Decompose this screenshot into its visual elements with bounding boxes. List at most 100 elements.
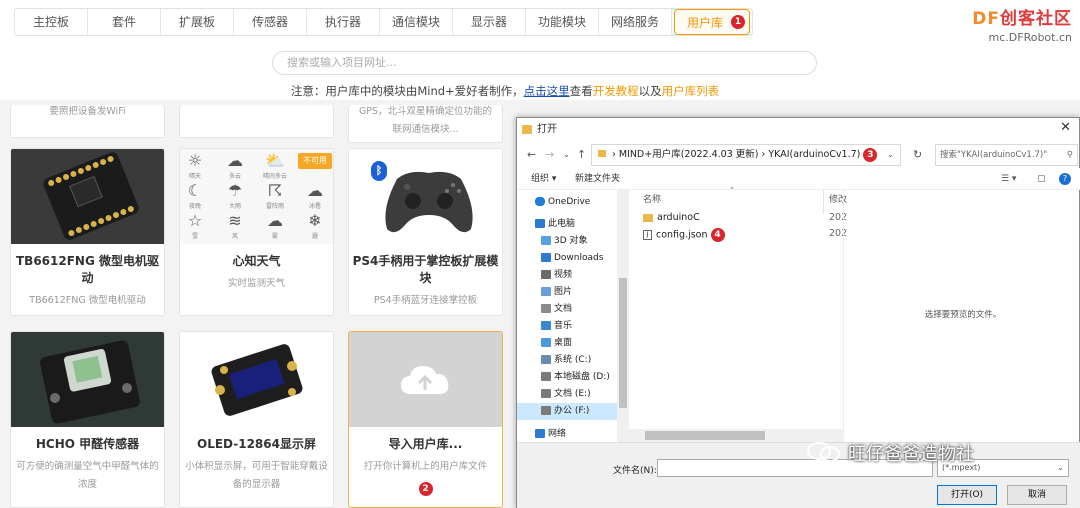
nav-documents[interactable]: 文档 (517, 301, 629, 318)
weather-label: 霾 (311, 233, 318, 240)
file-open-dialog: 打开 ✕ ← → ⌄ ↑ › MIND+用户库(2022.4.03 更新) › … (516, 117, 1080, 508)
file-list-scrollbar-thumb[interactable] (645, 431, 765, 440)
chevron-down-icon[interactable]: ⌄ (887, 150, 894, 159)
open-button[interactable]: 打开(O) (937, 485, 997, 505)
tab-mainboard[interactable]: 主控板 (15, 9, 88, 35)
computer-icon (535, 219, 545, 228)
nav-drive-d[interactable]: 本地磁盘 (D:) (517, 369, 629, 386)
refresh-icon[interactable]: ↻ (913, 148, 922, 161)
library-card-ps4[interactable]: ᛒ PS4手柄用于掌控板扩展模块 PS4手柄蓝牙连接掌控板 (348, 148, 503, 316)
tab-network[interactable]: 网络服务 (599, 9, 672, 35)
step-marker-4: 4 (710, 228, 725, 242)
tab-display[interactable]: 显示器 (453, 9, 526, 35)
card-stub-3[interactable]: GPS，北斗双星精确定位功能的 联网通信模块... (348, 105, 503, 143)
nav-this-pc[interactable]: 此电脑 (517, 216, 629, 233)
folder-icon (643, 213, 653, 222)
nav-music[interactable]: 音乐 (517, 318, 629, 335)
nav-pictures[interactable]: 图片 (517, 284, 629, 301)
tb6612fng-image (11, 149, 164, 244)
tab-user-library[interactable]: 用户库 1 (674, 9, 750, 35)
drive-icon (541, 406, 551, 415)
file-name: arduinoC (657, 212, 700, 223)
tab-expansion[interactable]: 扩展板 (161, 9, 234, 35)
oled-screen-icon (211, 344, 303, 416)
nav-downloads[interactable]: Downloads (517, 250, 629, 267)
address-row: ← → ⌄ ↑ › MIND+用户库(2022.4.03 更新) › YKAI(… (517, 142, 1080, 168)
hcho-sensor-image (11, 332, 164, 427)
path-segment[interactable]: MIND+用户库(2022.4.03 更新) (619, 149, 759, 160)
nav-scrollbar-thumb[interactable] (619, 278, 627, 408)
brand-name: 创客社区 (1000, 9, 1072, 29)
cancel-button[interactable]: 取消 (1007, 485, 1067, 505)
tab-communication[interactable]: 通信模块 (380, 9, 453, 35)
nav-label: 系统 (C:) (554, 355, 592, 365)
step-marker-3: 3 (863, 147, 878, 162)
nav-network[interactable]: 网络 (517, 426, 629, 443)
tab-actuators[interactable]: 执行器 (307, 9, 380, 35)
library-card-weather[interactable]: ☼ ☁ ⛅ ☾ ☂ ☈ ☁ ☆ ≋ ☁ ❄ 晴天 多云 晴间多云 夜晚 大雨 雷… (179, 148, 334, 316)
organize-button[interactable]: 组织 ▾ (531, 168, 556, 190)
chevron-down-icon[interactable]: ⌄ (563, 150, 570, 159)
nav-label: 文档 (554, 304, 573, 314)
card-desc: TB6612FNG 微型电机驱动 (29, 295, 146, 306)
import-library-card[interactable]: 导入用户库... 打开你计算机上的用户库文件 2 (348, 331, 503, 508)
close-icon[interactable]: ✕ (1060, 120, 1071, 135)
click-here-link[interactable]: 点击这里 (524, 84, 570, 98)
folder-search-input[interactable]: 搜索"YKAI(arduinoCv1.7)" ⚲ (935, 144, 1078, 166)
preview-pane-icon[interactable]: ▢ (1037, 168, 1046, 190)
cloud-icon: ☁ (227, 151, 243, 170)
help-icon[interactable]: ? (1059, 173, 1071, 185)
library-card-tb6612fng[interactable]: TB6612FNG 微型电机驱动 TB6612FNG 微型电机驱动 (10, 148, 165, 316)
card-title: TB6612FNG 微型电机驱动 (16, 254, 159, 285)
card-title: OLED-12864显示屏 (197, 437, 316, 451)
nav-3d-objects[interactable]: 3D 对象 (517, 233, 629, 250)
moon-icon: ☾ (187, 181, 203, 200)
tab-user-library-label: 用户库 (686, 16, 723, 30)
forward-arrow-icon[interactable]: → (545, 148, 554, 161)
nav-desktop[interactable]: 桌面 (517, 335, 629, 352)
tutorial-link[interactable]: 开发教程 (593, 84, 639, 98)
address-bar[interactable]: › MIND+用户库(2022.4.03 更新) › YKAI(arduinoC… (591, 144, 901, 166)
file-name: config.json (656, 229, 708, 241)
folder-icon (522, 125, 532, 134)
bluetooth-icon: ᛒ (371, 161, 387, 181)
search-input[interactable]: 搜索或输入项目网址... (272, 51, 817, 75)
json-file-icon: J (643, 230, 652, 240)
weather-label: 多云 (228, 173, 241, 180)
library-card-hcho[interactable]: HCHO 甲醛传感器 可方便的确测量空气中甲醛气体的浓度 (10, 331, 165, 508)
tab-function[interactable]: 功能模块 (526, 9, 599, 35)
column-name-header[interactable]: 名称 (643, 192, 661, 205)
card-stub-2[interactable] (179, 105, 334, 138)
library-card-oled[interactable]: OLED-12864显示屏 小体积显示屏，可用于智能穿戴设备的显示器 (179, 331, 334, 508)
column-divider (823, 190, 824, 214)
weather-label: 雷阵雨 (265, 203, 284, 210)
nav-drive-c[interactable]: 系统 (C:) (517, 352, 629, 369)
nav-onedrive[interactable]: OneDrive (517, 194, 629, 211)
search-icon: ⚲ (1066, 150, 1073, 160)
library-list-link[interactable]: 用户库列表 (662, 84, 720, 98)
new-folder-button[interactable]: 新建文件夹 (575, 168, 620, 190)
up-arrow-icon[interactable]: ↑ (577, 148, 586, 161)
view-options-icon[interactable]: ☰ ▾ (1001, 168, 1016, 190)
brand-prefix: DF (972, 9, 1000, 29)
nav-videos[interactable]: 视频 (517, 267, 629, 284)
music-icon (541, 321, 551, 330)
back-arrow-icon[interactable]: ← (527, 148, 536, 161)
path-segment[interactable]: YKAI(arduinoCv1.7) (768, 149, 860, 160)
file-row-arduinoc[interactable]: arduinoC (643, 212, 700, 223)
card-title: HCHO 甲醛传感器 (35, 437, 140, 451)
wechat-icon (806, 441, 842, 463)
nav-drive-f[interactable]: 办公 (F:) (517, 403, 629, 420)
weather-label: 夜晚 (188, 203, 201, 210)
image-icon (541, 287, 551, 296)
tab-sensors[interactable]: 传感器 (234, 9, 307, 35)
motor-driver-board-icon (43, 152, 139, 240)
nav-drive-e[interactable]: 文档 (E:) (517, 386, 629, 403)
snow-icon: ❄ (308, 211, 322, 230)
file-row-config-json[interactable]: Jconfig.json 4 (643, 228, 725, 242)
card-desc: 小体积显示屏，可用于智能穿戴设备的显示器 (185, 461, 328, 490)
network-icon (535, 429, 545, 438)
tab-kits[interactable]: 套件 (88, 9, 161, 35)
watermark-text: 旺仔爸爸造物社 (848, 444, 974, 465)
card-stub-1[interactable]: 要照把设备发WiFi (10, 105, 165, 138)
